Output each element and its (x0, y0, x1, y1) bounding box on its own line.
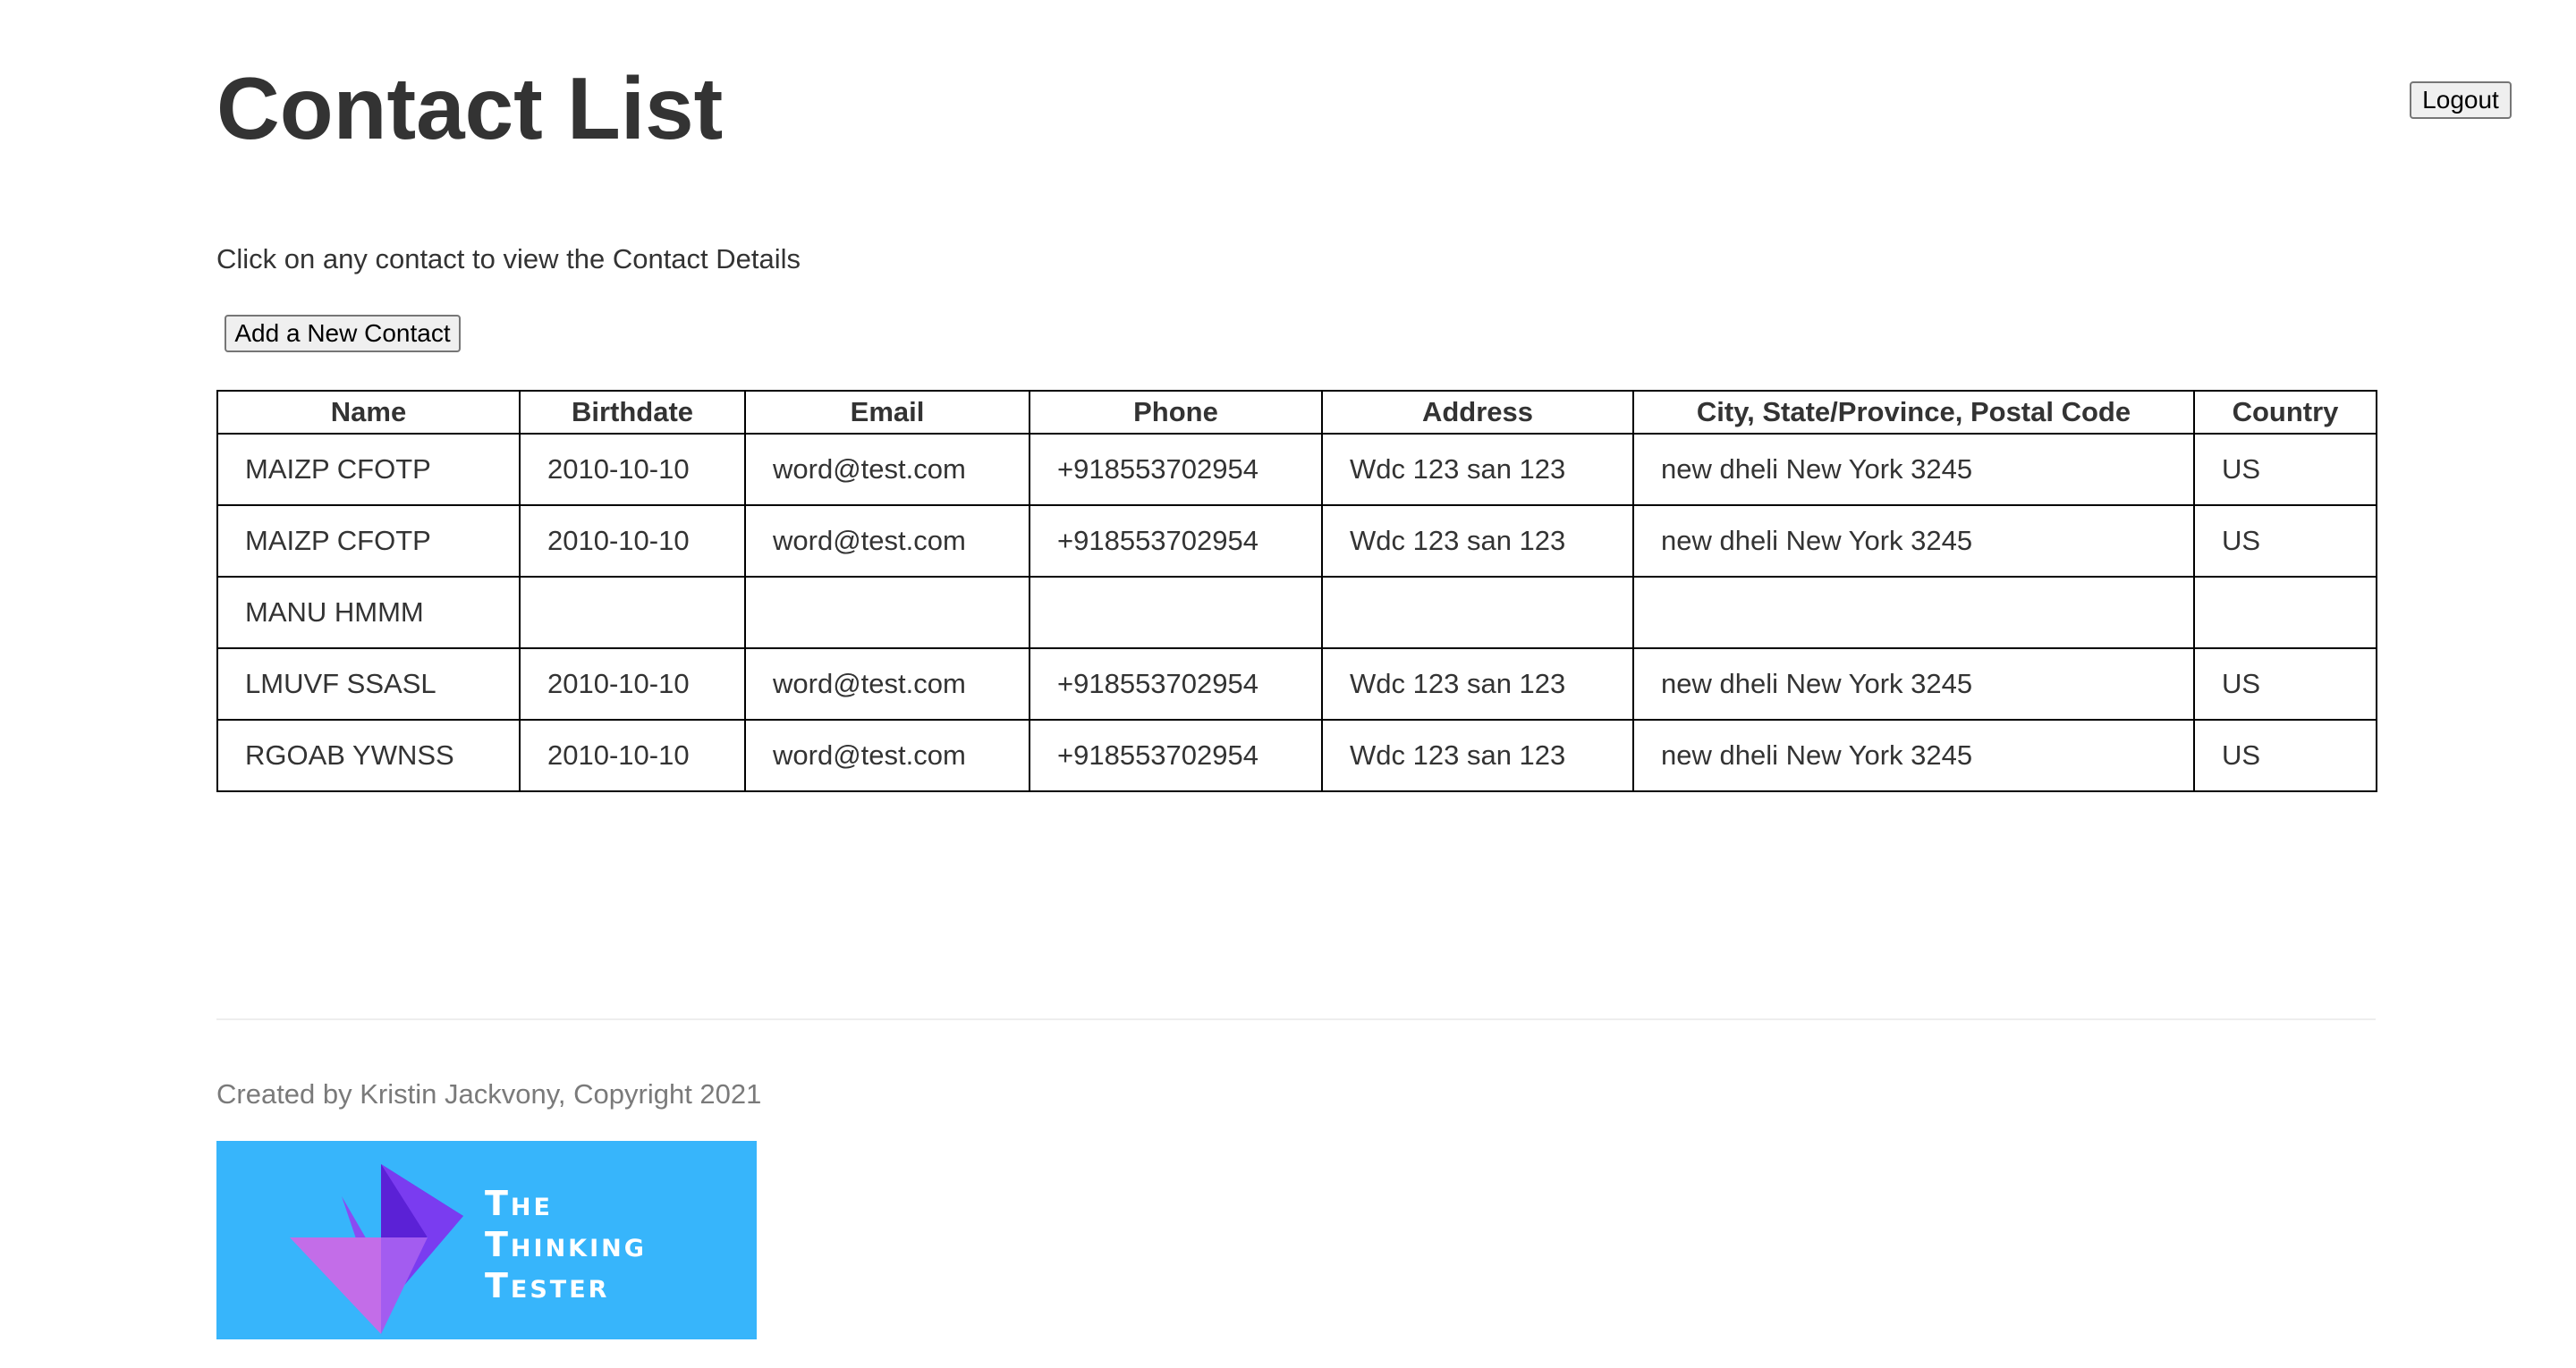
cell-phone: +918553702954 (1029, 433, 1323, 506)
logo-shape-tail (381, 1237, 428, 1334)
column-header-country: Country (2193, 390, 2377, 435)
footer-credit: Created by Kristin Jackvony, Copyright 2… (216, 1078, 762, 1110)
cell-birthdate: 2010-10-10 (519, 719, 746, 792)
cell-country: US (2193, 504, 2377, 578)
column-header-email: Email (744, 390, 1030, 435)
cell-address: Wdc 123 san 123 (1321, 719, 1634, 792)
column-header-city-state-postal: City, State/Province, Postal Code (1632, 390, 2195, 435)
cell-country: US (2193, 647, 2377, 721)
cell-birthdate: 2010-10-10 (519, 504, 746, 578)
cell-phone: +918553702954 (1029, 504, 1323, 578)
cell-name: MAIZP CFOTP (216, 504, 521, 578)
cell-birthdate (519, 576, 746, 649)
logo-text-line: The (485, 1184, 553, 1223)
cell-address (1321, 576, 1634, 649)
page-title: Contact List (216, 59, 724, 157)
cell-email (744, 576, 1030, 649)
table-header: Name Birthdate Email Phone Address City,… (216, 390, 2377, 435)
footer-divider (216, 1018, 2376, 1020)
table-body: MAIZP CFOTP 2010-10-10 word@test.com +91… (216, 433, 2377, 792)
logo-text-line: Thinking (485, 1225, 647, 1264)
table-row[interactable]: MANU HMMM (216, 576, 2377, 649)
header-row: Name Birthdate Email Phone Address City,… (216, 390, 2377, 435)
cell-name: MAIZP CFOTP (216, 433, 521, 506)
cell-city-state-postal: new dheli New York 3245 (1632, 504, 2195, 578)
logo-shape-left (290, 1237, 381, 1334)
table-row[interactable]: MAIZP CFOTP 2010-10-10 word@test.com +91… (216, 433, 2377, 506)
cell-country: US (2193, 433, 2377, 506)
cell-phone: +918553702954 (1029, 719, 1323, 792)
column-header-birthdate: Birthdate (519, 390, 746, 435)
column-header-phone: Phone (1029, 390, 1323, 435)
table-row[interactable]: MAIZP CFOTP 2010-10-10 word@test.com +91… (216, 504, 2377, 578)
table-row[interactable]: RGOAB YWNSS 2010-10-10 word@test.com +91… (216, 719, 2377, 792)
thinking-tester-logo: The Thinking Tester (216, 1141, 757, 1339)
cell-city-state-postal (1632, 576, 2195, 649)
add-contact-button[interactable]: Add a New Contact (225, 315, 461, 352)
cell-city-state-postal: new dheli New York 3245 (1632, 647, 2195, 721)
cell-country: US (2193, 719, 2377, 792)
column-header-name: Name (216, 390, 521, 435)
cell-name: MANU HMMM (216, 576, 521, 649)
cell-city-state-postal: new dheli New York 3245 (1632, 433, 2195, 506)
cell-birthdate: 2010-10-10 (519, 647, 746, 721)
cell-address: Wdc 123 san 123 (1321, 504, 1634, 578)
cell-city-state-postal: new dheli New York 3245 (1632, 719, 2195, 792)
cell-phone: +918553702954 (1029, 647, 1323, 721)
cell-email: word@test.com (744, 433, 1030, 506)
cell-name: RGOAB YWNSS (216, 719, 521, 792)
cell-email: word@test.com (744, 647, 1030, 721)
cell-country (2193, 576, 2377, 649)
logout-button[interactable]: Logout (2410, 81, 2512, 119)
cell-email: word@test.com (744, 504, 1030, 578)
instructions-text: Click on any contact to view the Contact… (216, 243, 801, 274)
cell-birthdate: 2010-10-10 (519, 433, 746, 506)
cell-email: word@test.com (744, 719, 1030, 792)
contacts-table: Name Birthdate Email Phone Address City,… (216, 390, 2377, 792)
table-row[interactable]: LMUVF SSASL 2010-10-10 word@test.com +91… (216, 647, 2377, 721)
column-header-address: Address (1321, 390, 1634, 435)
cell-address: Wdc 123 san 123 (1321, 647, 1634, 721)
cell-phone (1029, 576, 1323, 649)
logo-text-line: Tester (485, 1266, 610, 1305)
cell-address: Wdc 123 san 123 (1321, 433, 1634, 506)
cell-name: LMUVF SSASL (216, 647, 521, 721)
